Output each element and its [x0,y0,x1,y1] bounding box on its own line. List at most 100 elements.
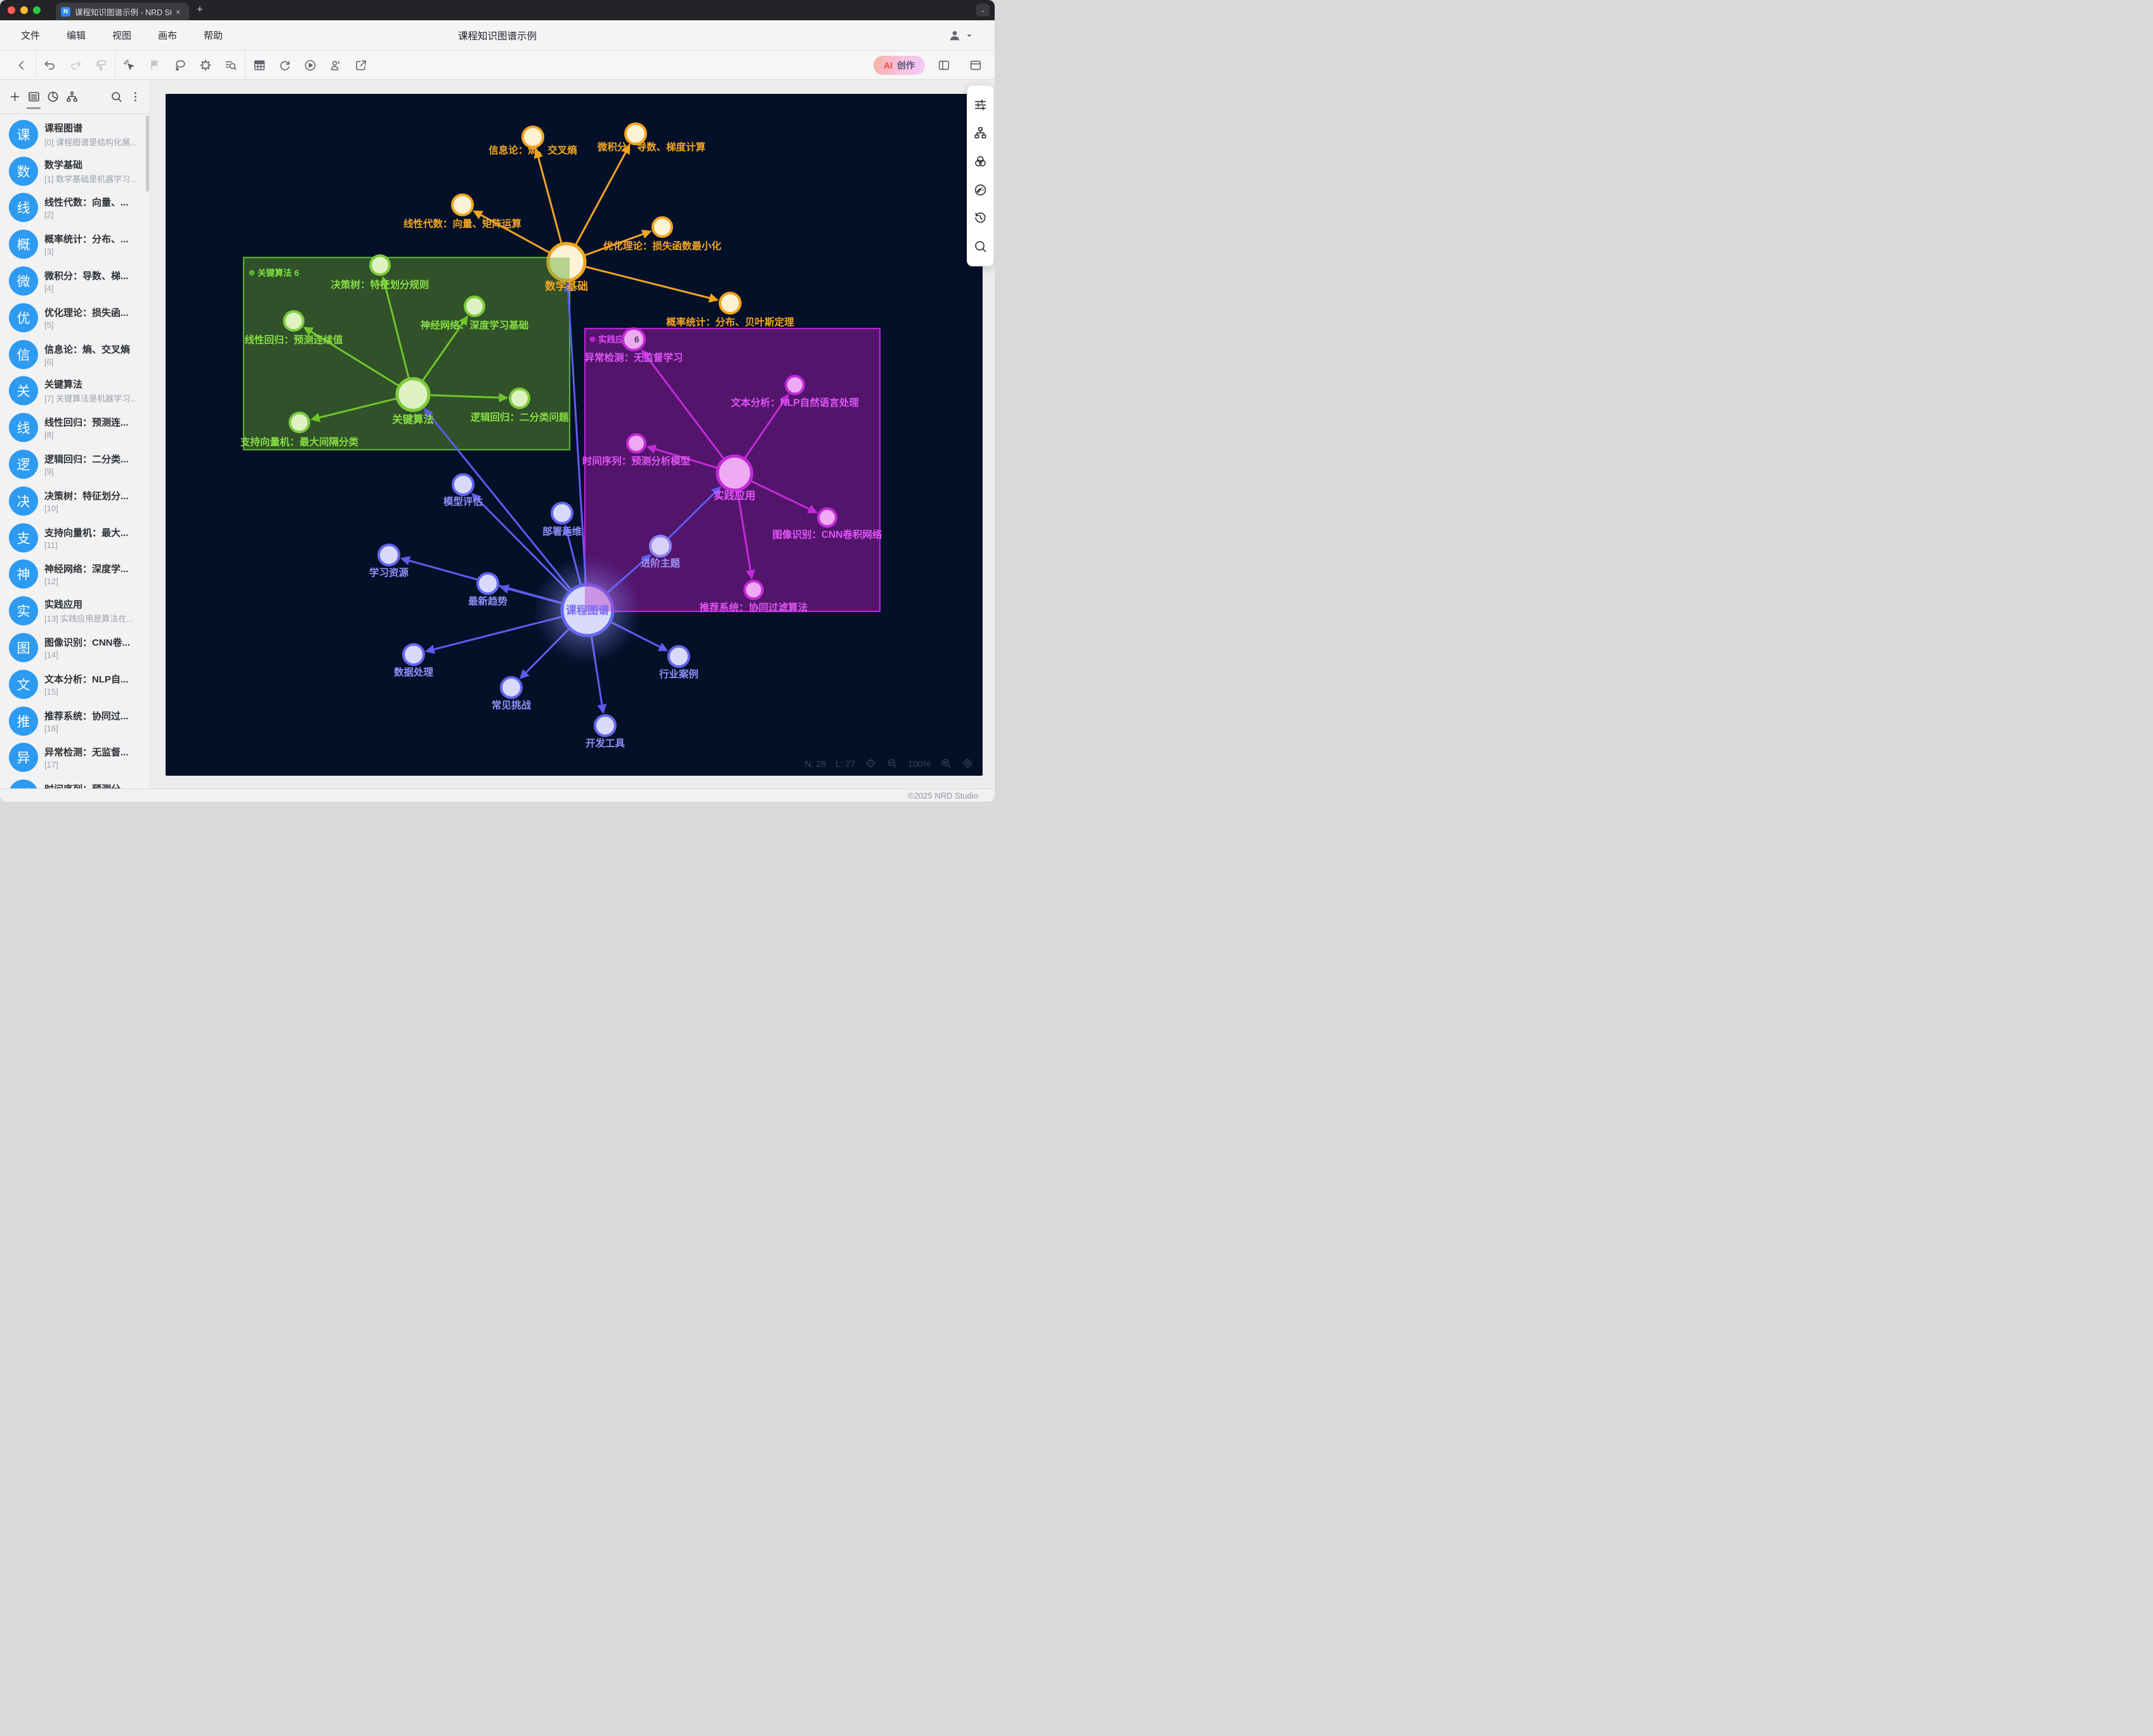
tab-list-chevron-icon[interactable]: ⌄ [976,4,990,16]
graph-node-linreg[interactable] [284,311,303,330]
list-item[interactable]: 时时间序列：预测分...[18] [0,776,150,788]
table-view-button[interactable] [247,55,272,76]
graph-node-eval[interactable] [453,474,473,495]
sidebar-more-menu[interactable] [126,88,145,107]
toggle-left-panel-button[interactable] [931,55,957,76]
hierarchy-view-tab[interactable] [62,88,81,107]
graph-node-app[interactable] [717,456,752,490]
list-item[interactable]: 优优化理论：损失函...[5] [0,299,150,336]
back-button[interactable] [9,55,34,76]
graph-node-tools[interactable] [595,715,615,736]
graph-node-calc[interactable] [625,124,646,144]
cluster-button[interactable] [972,153,989,170]
zoom-in-icon[interactable] [940,757,952,769]
graph-node-trends[interactable] [478,573,498,594]
menu-canvas[interactable]: 画布 [145,29,190,42]
graph-node-resources[interactable] [379,545,399,565]
menu-file[interactable]: 文件 [8,29,53,42]
sidebar-scrollbar[interactable] [146,115,149,192]
layout-button[interactable] [972,125,989,141]
graph-node-prob[interactable] [720,293,740,313]
edge-math-prob[interactable] [586,267,716,300]
graph-node-challenges[interactable] [501,677,521,698]
edge-math-calc[interactable] [576,147,629,244]
list-item[interactable]: 微微积分：导数、梯...[4] [0,263,150,299]
graph-node-tree[interactable] [370,256,389,275]
ai-create-button[interactable]: AI 创作 [874,56,925,75]
menu-help[interactable]: 帮助 [190,29,236,42]
close-tab-icon[interactable]: × [176,7,181,16]
list-item[interactable]: 概概率统计：分布、...[3] [0,226,150,263]
menu-edit[interactable]: 编辑 [53,29,99,42]
graph-node-linalg[interactable] [452,195,473,215]
style-palette-button[interactable] [972,181,989,198]
list-item[interactable]: 文文本分析：NLP自...[15] [0,666,150,703]
zoom-out-icon[interactable] [886,757,898,769]
list-item[interactable]: 逻逻辑回归：二分类...[9] [0,446,150,483]
list-view-tab[interactable] [24,88,43,107]
graph-node-info[interactable] [523,127,543,147]
graph-node-rec[interactable] [745,581,762,599]
search-canvas-button[interactable] [972,238,989,255]
edge-math-info[interactable] [537,151,561,243]
list-item[interactable]: 课课程图谱[0] 课程图谱是结构化展... [0,116,150,153]
list-item[interactable]: 决决策树：特征划分...[10] [0,483,150,519]
collaborators-button[interactable] [323,55,348,76]
lasso-tool[interactable] [167,55,193,76]
redo-button[interactable] [63,55,88,76]
filter-search-tool[interactable] [218,55,244,76]
edge-course-math[interactable] [568,285,586,584]
maximize-window-button[interactable] [33,6,41,14]
history-button[interactable] [972,210,989,226]
toggle-bottom-panel-button[interactable] [963,55,988,76]
list-item[interactable]: 线线性回归：预测连...[8] [0,409,150,446]
list-item[interactable]: 实实践应用[13] 实践应用是算法在... [0,592,150,629]
right-tool-panel [967,85,994,266]
graph-node-nn[interactable] [465,297,484,316]
knowledge-graph[interactable]: 关键算法实践应用课程图谱数学基础关键算法实践应用信息论：熵、交叉熵微积分：导数、… [166,94,983,776]
list-item[interactable]: 支支持向量机：最大...[11] [0,519,150,556]
center-view-icon[interactable] [865,757,877,769]
add-node-button[interactable] [5,88,24,107]
list-item[interactable]: 推推荐系统：协同过...[16] [0,703,150,740]
list-item[interactable]: 异异常检测：无监督...[17] [0,740,150,776]
play-button[interactable] [298,55,323,76]
pie-view-tab[interactable] [43,88,62,107]
fit-view-icon[interactable] [962,757,974,769]
browser-tab[interactable]: N 课程知识图谱示例 - NRD Studio × [56,3,189,20]
graph-node-algo[interactable] [397,379,429,410]
list-item[interactable]: 神神经网络：深度学...[12] [0,556,150,593]
close-window-button[interactable] [8,6,15,14]
flag-tool[interactable] [142,55,167,76]
new-tab-button[interactable]: + [197,3,203,16]
graph-canvas[interactable]: 关键算法实践应用课程图谱数学基础关键算法实践应用信息论：熵、交叉熵微积分：导数、… [166,94,983,776]
graph-settings-button[interactable] [972,96,989,113]
share-export-button[interactable] [348,55,374,76]
graph-node-industry[interactable] [669,646,689,667]
list-item[interactable]: 数数学基础[1] 数学基础是机器学习... [0,153,150,190]
account-menu[interactable] [948,29,973,42]
graph-node-deploy[interactable] [552,503,572,523]
graph-node-img[interactable] [818,509,836,526]
search-nodes-button[interactable] [107,88,126,107]
select-click-tool[interactable] [117,55,142,76]
list-item[interactable]: 关关键算法[7] 关键算法是机器学习... [0,373,150,410]
graph-node-data[interactable] [403,644,424,665]
graph-node-advanced[interactable] [650,536,671,556]
edge-math-linalg[interactable] [475,212,549,252]
minimize-window-button[interactable] [20,6,28,14]
graph-node-svm[interactable] [290,413,309,432]
format-paint-button[interactable] [88,55,114,76]
list-item[interactable]: 图图像识别：CNN卷...[14] [0,629,150,666]
graph-node-textnode[interactable] [786,376,804,394]
graph-node-anomaly[interactable] [623,329,645,350]
list-item[interactable]: 信信息论：熵、交叉熵[6] [0,336,150,373]
polygon-select-tool[interactable] [193,55,218,76]
refresh-layout-button[interactable] [272,55,298,76]
undo-button[interactable] [37,55,63,76]
menu-view[interactable]: 视图 [99,29,145,42]
list-item[interactable]: 线线性代数：向量、...[2] [0,190,150,226]
graph-node-logreg[interactable] [510,389,529,408]
graph-node-ts[interactable] [627,434,645,452]
graph-node-opt[interactable] [653,218,672,237]
